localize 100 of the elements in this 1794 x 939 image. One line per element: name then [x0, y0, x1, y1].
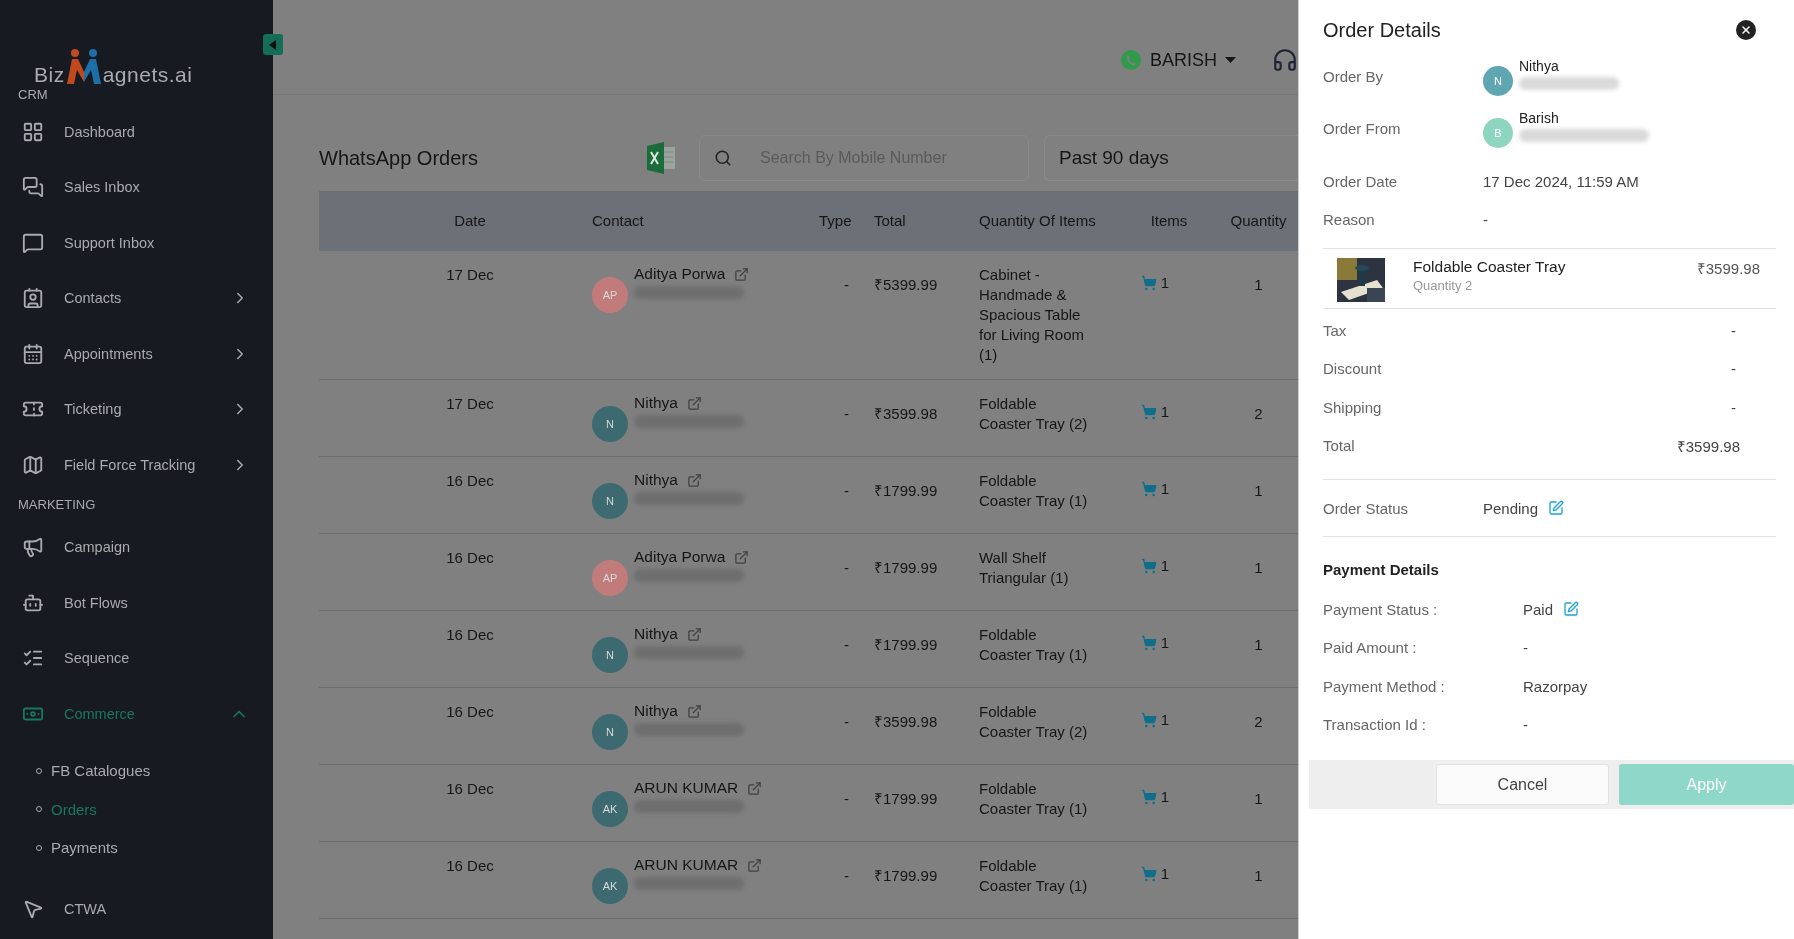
search-icon — [714, 149, 732, 167]
table-cell: 1 — [1160, 711, 1170, 728]
cart-icon — [1140, 711, 1157, 728]
avatar: AK — [592, 868, 628, 904]
panel-title: Order Details — [1323, 18, 1441, 42]
table-cell-text: ₹1799.99 — [874, 789, 939, 809]
section-heading: Payment Details — [1323, 560, 1440, 580]
avatar: N — [592, 406, 628, 442]
cart-icon — [1140, 403, 1157, 420]
table-cell-text: ₹1799.99 — [874, 558, 939, 578]
table-cell-text: - — [843, 275, 850, 295]
table-cell-text: 17 Dec — [445, 265, 495, 285]
headphones-icon[interactable] — [1272, 47, 1298, 73]
external-link-icon[interactable] — [747, 780, 763, 796]
field-value: Razorpay — [1523, 677, 1588, 695]
field-value: 17 Dec 2024, 11:59 AM — [1483, 172, 1639, 190]
avatar: B — [1483, 118, 1513, 148]
column-header: Quantity Of Items — [979, 211, 1097, 231]
avatar: AK — [592, 791, 628, 827]
nav-item[interactable]: Contacts — [0, 270, 273, 326]
nav-item[interactable]: Field Force Tracking — [0, 437, 273, 493]
field-value: Paid — [1523, 600, 1554, 618]
logo-text: agnets.ai — [102, 64, 193, 86]
contact-name: Aditya Porwa — [634, 265, 726, 283]
account-dropdown[interactable]: BARISH — [1119, 49, 1236, 71]
avatar: N — [592, 714, 628, 750]
external-link-icon[interactable] — [686, 395, 702, 411]
table-cell-text: 1 — [1253, 866, 1264, 886]
chat-bubble-icon — [22, 231, 44, 254]
table-cell-text: 1 — [1253, 635, 1264, 655]
cart-icon — [1140, 557, 1157, 574]
page-title: WhatsApp Orders — [319, 146, 479, 170]
table-cell: 1 — [1160, 557, 1170, 574]
cart-icon — [1140, 865, 1157, 882]
table-cell-text: 1 — [1253, 275, 1264, 295]
date-range-select[interactable]: Past 90 days — [1044, 135, 1298, 181]
nav-subitem[interactable]: Payments — [0, 828, 273, 867]
cart-icon — [1140, 480, 1157, 497]
table-cell-text: - — [843, 404, 850, 424]
table-cell-text: - — [843, 635, 850, 655]
close-button[interactable] — [1736, 20, 1756, 40]
cart-icon — [1140, 274, 1157, 291]
field-value: - — [1483, 210, 1488, 228]
table-cell-text: 17 Dec — [445, 394, 495, 414]
table-cell: 1 — [1160, 403, 1170, 420]
cart-icon — [1140, 634, 1157, 651]
edit-icon[interactable] — [1548, 500, 1565, 516]
map-icon — [22, 453, 44, 476]
table-cell-text: ₹3599.98 — [874, 404, 939, 424]
product-name: Foldable Coaster Tray — [1413, 258, 1567, 276]
field-label: Reason — [1323, 210, 1376, 228]
edit-icon[interactable] — [1563, 601, 1580, 618]
contact-name: Aditya Porwa — [634, 548, 726, 566]
column-header: Quantity — [1229, 211, 1288, 231]
nav-subitem[interactable]: FB Catalogues — [0, 751, 273, 790]
table-cell-text: 16 Dec — [445, 471, 495, 491]
summary-label: Discount — [1323, 360, 1383, 378]
nav-item[interactable]: Appointments — [0, 326, 273, 382]
logo-subtitle: CRM — [18, 87, 48, 102]
contact-name: Nithya — [634, 702, 678, 720]
nav-item[interactable]: Sequence — [0, 630, 273, 686]
column-header: Items — [1149, 211, 1189, 231]
external-link-icon[interactable] — [686, 626, 702, 642]
nav-item[interactable]: Support Inbox — [0, 215, 273, 271]
cancel-button[interactable]: Cancel — [1436, 764, 1609, 805]
collapse-button[interactable] — [263, 34, 283, 55]
nav-item[interactable]: CTWA — [0, 881, 273, 937]
chat-bubbles-icon — [22, 176, 44, 199]
contact-name: ARUN KUMAR — [634, 856, 739, 874]
external-link-icon[interactable] — [734, 549, 750, 565]
column-header: Total — [874, 211, 907, 231]
external-link-icon[interactable] — [747, 857, 763, 873]
nav-item[interactable]: Ticketing — [0, 381, 273, 437]
table-cell-text: Foldable Coaster Tray (1) — [979, 779, 1089, 819]
nav-item[interactable]: Bot Flows — [0, 575, 273, 631]
table-cell-text: 1 — [1253, 558, 1264, 578]
nav-item[interactable]: Dashboard — [0, 104, 273, 160]
field-label: Order By — [1323, 67, 1384, 85]
summary-value: - — [1731, 398, 1736, 416]
table-cell-text: 1 — [1253, 481, 1264, 501]
field-label: Order From — [1323, 119, 1402, 137]
nav-item[interactable]: Sales Inbox — [0, 159, 273, 215]
contact-name: Nithya — [634, 394, 678, 412]
field-label: Paid Amount : — [1323, 639, 1418, 657]
contact-name: Nithya — [634, 625, 678, 643]
product-price: ₹3599.98 — [1696, 259, 1761, 278]
summary-label: Shipping — [1323, 398, 1383, 416]
table-cell-text: Foldable Coaster Tray (2) — [979, 702, 1089, 742]
summary-label: Total — [1323, 437, 1356, 455]
table-cell-text: - — [843, 558, 850, 578]
external-link-icon[interactable] — [734, 266, 750, 282]
external-link-icon[interactable] — [686, 703, 702, 719]
table-cell-text: Foldable Coaster Tray (2) — [979, 394, 1089, 434]
field-value: - — [1523, 639, 1528, 657]
external-link-icon[interactable] — [686, 472, 702, 488]
person-name: Nithya — [1519, 58, 1560, 74]
nav-item[interactable]: Campaign — [0, 519, 273, 575]
spreadsheet-icon[interactable] — [647, 142, 677, 174]
summary-value: - — [1731, 360, 1736, 378]
table-cell-text: ₹1799.99 — [874, 481, 939, 501]
